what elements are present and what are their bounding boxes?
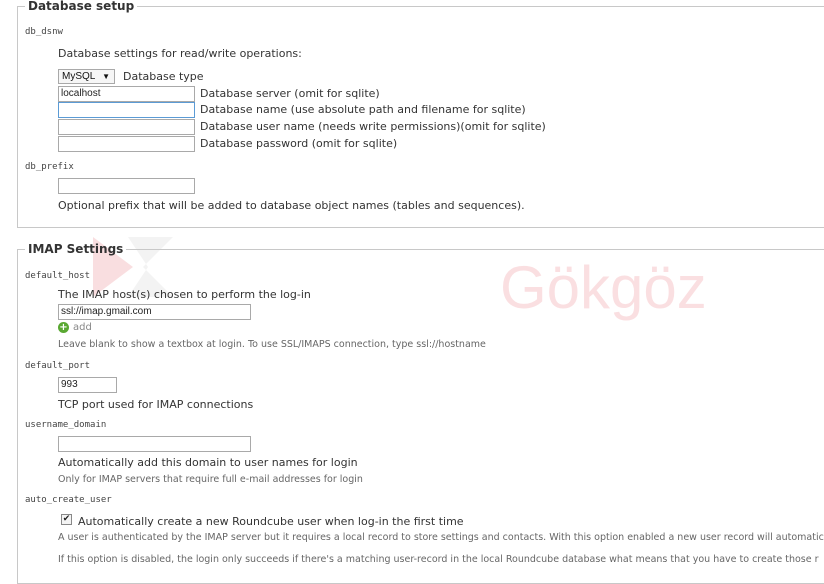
database-user-label: Database user name (needs write permissi… bbox=[200, 120, 546, 133]
database-setup-legend: Database setup bbox=[28, 0, 135, 13]
database-name-input[interactable] bbox=[58, 102, 195, 118]
username-domain-input[interactable] bbox=[58, 436, 251, 452]
database-password-input[interactable] bbox=[58, 136, 195, 152]
chevron-down-icon: ▼ bbox=[102, 72, 110, 81]
default-port-label: default_port bbox=[25, 361, 91, 371]
auto-create-user-hint-1: A user is authenticated by the IMAP serv… bbox=[58, 532, 824, 543]
username-domain-hint: Only for IMAP servers that require full … bbox=[58, 474, 363, 485]
auto-create-user-hint-2: If this option is disabled, the login on… bbox=[58, 554, 819, 565]
username-domain-description: Automatically add this domain to user na… bbox=[58, 456, 358, 469]
default-port-description: TCP port used for IMAP connections bbox=[58, 398, 254, 411]
database-server-input[interactable]: localhost bbox=[58, 86, 195, 102]
database-type-label: Database type bbox=[123, 70, 204, 83]
auto-create-user-label: auto_create_user bbox=[25, 495, 112, 505]
database-type-value: MySQL bbox=[62, 71, 96, 82]
database-server-label: Database server (omit for sqlite) bbox=[200, 87, 380, 100]
auto-create-user-checkbox[interactable]: ✔ bbox=[61, 514, 72, 525]
database-type-select[interactable]: MySQL ▼ bbox=[58, 69, 115, 84]
database-password-label: Database password (omit for sqlite) bbox=[200, 137, 398, 150]
db-dsnw-description: Database settings for read/write operati… bbox=[58, 47, 302, 60]
database-user-input[interactable] bbox=[58, 119, 195, 135]
auto-create-user-checkbox-label: Automatically create a new Roundcube use… bbox=[78, 515, 464, 528]
add-host-link[interactable]: add bbox=[73, 322, 92, 333]
db-dsnw-label: db_dsnw bbox=[25, 27, 63, 37]
db-prefix-label: db_prefix bbox=[25, 162, 74, 172]
default-port-input[interactable]: 993 bbox=[58, 377, 117, 393]
username-domain-label: username_domain bbox=[25, 420, 107, 430]
add-icon[interactable]: + bbox=[58, 322, 69, 333]
imap-settings-legend: IMAP Settings bbox=[28, 242, 124, 256]
default-host-input[interactable]: ssl://imap.gmail.com bbox=[58, 304, 251, 320]
db-prefix-input[interactable] bbox=[58, 178, 195, 194]
default-host-label: default_host bbox=[25, 271, 91, 281]
database-name-label: Database name (use absolute path and fil… bbox=[200, 103, 526, 116]
default-host-hint: Leave blank to show a textbox at login. … bbox=[58, 339, 486, 350]
default-host-description: The IMAP host(s) chosen to perform the l… bbox=[58, 288, 311, 301]
db-prefix-description: Optional prefix that will be added to da… bbox=[58, 199, 525, 212]
